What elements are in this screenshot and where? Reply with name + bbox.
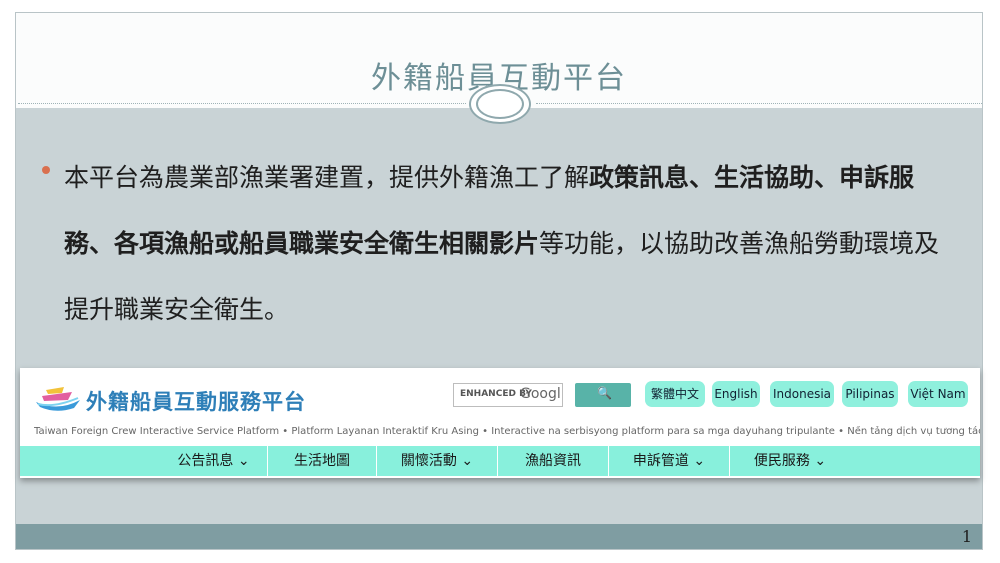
lang-button-en[interactable]: English	[712, 381, 760, 407]
search-icon: 🔍	[597, 386, 612, 400]
nav-item-fishing-vessel-info[interactable]: 漁船資訊	[498, 446, 609, 476]
nav-item-life-map[interactable]: 生活地圖	[268, 446, 377, 476]
body-text-part: 本平台為農業部漁業署建置，提供外籍漁工了解	[64, 163, 590, 192]
lang-button-vn[interactable]: Việt Nam	[908, 381, 968, 407]
site-nav-bar: 公告訊息 ⌄ 生活地圖 關懷活動 ⌄ 漁船資訊 申訴管道 ⌄ 便民服務 ⌄	[20, 446, 980, 476]
search-brand: Googl	[520, 386, 561, 402]
page-number: 1	[961, 527, 972, 546]
lang-button-ph[interactable]: Pilipinas	[842, 381, 898, 407]
site-tagline: Taiwan Foreign Crew Interactive Service …	[34, 426, 980, 437]
nav-item-care-activities[interactable]: 關懷活動 ⌄	[377, 446, 498, 476]
ornament-ellipse-inner	[476, 89, 524, 119]
slide-body-text: 本平台為農業部漁業署建置，提供外籍漁工了解政策訊息、生活協助、申訴服務、各項漁船…	[64, 145, 954, 343]
site-logo-text[interactable]: 外籍船員互動服務平台	[86, 386, 306, 416]
search-button[interactable]: 🔍	[575, 383, 631, 407]
website-screenshot: 外籍船員互動服務平台 ENHANCED BY Googl 🔍 繁體中文 Engl…	[20, 368, 980, 478]
divider-left	[18, 103, 466, 104]
nav-item-complaint-channels[interactable]: 申訴管道 ⌄	[609, 446, 730, 476]
nav-item-public-services[interactable]: 便民服務 ⌄	[730, 446, 850, 476]
ship-icon	[36, 387, 80, 411]
slide-footer-bar	[16, 524, 982, 549]
search-input[interactable]: ENHANCED BY Googl	[453, 383, 563, 407]
lang-button-zh[interactable]: 繁體中文	[645, 381, 705, 407]
nav-item-announcements[interactable]: 公告訊息 ⌄	[160, 446, 268, 476]
lang-button-id[interactable]: Indonesia	[770, 381, 834, 407]
bullet-icon	[42, 166, 50, 174]
divider-right	[536, 103, 982, 104]
